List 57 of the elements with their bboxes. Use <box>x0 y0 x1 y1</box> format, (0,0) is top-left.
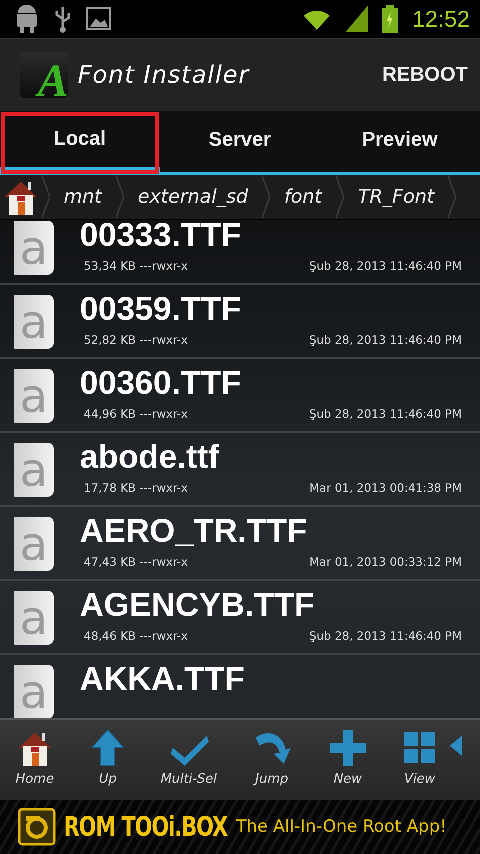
file-date: Şub 28, 2013 11:46:40 PM <box>309 333 462 347</box>
chevron-divider <box>336 175 344 219</box>
chevron-divider <box>116 175 124 219</box>
toolbar-button[interactable]: Jump <box>256 772 288 787</box>
file-date: Mar 01, 2013 00:41:38 PM <box>310 481 462 495</box>
breadcrumb-item[interactable]: external_sd <box>124 175 262 219</box>
usb-icon <box>54 5 72 33</box>
file-date: Şub 28, 2013 11:46:40 PM <box>309 259 462 273</box>
file-name[interactable]: 00333.TTF <box>80 220 462 255</box>
file-date: Şub 28, 2013 11:46:40 PM <box>309 407 462 421</box>
breadcrumb-item[interactable]: font <box>270 175 336 219</box>
tab[interactable]: Server <box>160 111 320 175</box>
file-info: 47,43 KB ---rwxr-x <box>84 555 188 569</box>
font-file-icon: a <box>14 295 54 349</box>
chevron-divider <box>42 175 50 219</box>
plus-icon[interactable] <box>328 728 368 768</box>
font-file-icon: a <box>14 591 54 645</box>
toolbar-button[interactable]: Home <box>16 772 54 787</box>
file-info: 44,96 KB ---rwxr-x <box>84 407 188 421</box>
reboot-button[interactable]: REBOOT <box>382 56 468 94</box>
file-name[interactable]: AGENCYB.TTF <box>80 585 462 625</box>
chevron-divider <box>262 175 270 219</box>
chevron-divider <box>448 175 456 219</box>
image-icon <box>86 7 112 31</box>
breadcrumb-item[interactable]: TR_Font <box>344 175 448 219</box>
android-icon <box>14 5 40 33</box>
file-date: Şub 28, 2013 11:46:40 PM <box>309 629 462 643</box>
toolbar-button[interactable]: Multi-Sel <box>160 772 218 787</box>
app-title: Font Installer <box>78 61 251 89</box>
file-info: 48,46 KB ---rwxr-x <box>84 629 188 643</box>
gear-logo-icon <box>18 808 56 846</box>
tab[interactable]: Preview <box>320 111 480 175</box>
file-date: Mar 01, 2013 00:33:12 PM <box>310 555 462 569</box>
font-file-icon: a <box>14 221 54 275</box>
font-file-icon: a <box>14 517 54 571</box>
file-name[interactable]: abode.ttf <box>80 437 462 477</box>
signal-icon <box>346 6 368 32</box>
font-file-icon: a <box>14 443 54 497</box>
breadcrumb-item[interactable]: mnt <box>50 175 116 219</box>
file-name[interactable]: 00359.TTF <box>80 289 462 329</box>
file-info: 17,78 KB ---rwxr-x <box>84 481 188 495</box>
file-name[interactable]: AKKA.TTF <box>80 659 462 699</box>
banner-brand[interactable]: ROM TOOi.BOX <box>64 812 228 842</box>
file-name[interactable]: AERO_TR.TTF <box>80 511 462 551</box>
up-arrow-icon[interactable] <box>88 728 128 768</box>
file-info: 52,82 KB ---rwxr-x <box>84 333 188 347</box>
font-file-icon: a <box>14 665 54 718</box>
battery-icon <box>382 5 398 33</box>
banner-tagline[interactable]: The All-In-One Root App! <box>236 817 447 837</box>
toolbar-button[interactable]: Up <box>99 772 117 787</box>
font-file-icon: a <box>14 369 54 423</box>
app-logo: A <box>20 52 68 98</box>
clock-time: 12:52 <box>412 6 470 32</box>
toolbar-button[interactable]: View <box>404 772 436 787</box>
toolbar-button[interactable]: New <box>334 772 362 787</box>
file-name[interactable]: 00360.TTF <box>80 363 462 403</box>
file-info: 53,34 KB ---rwxr-x <box>84 259 188 273</box>
